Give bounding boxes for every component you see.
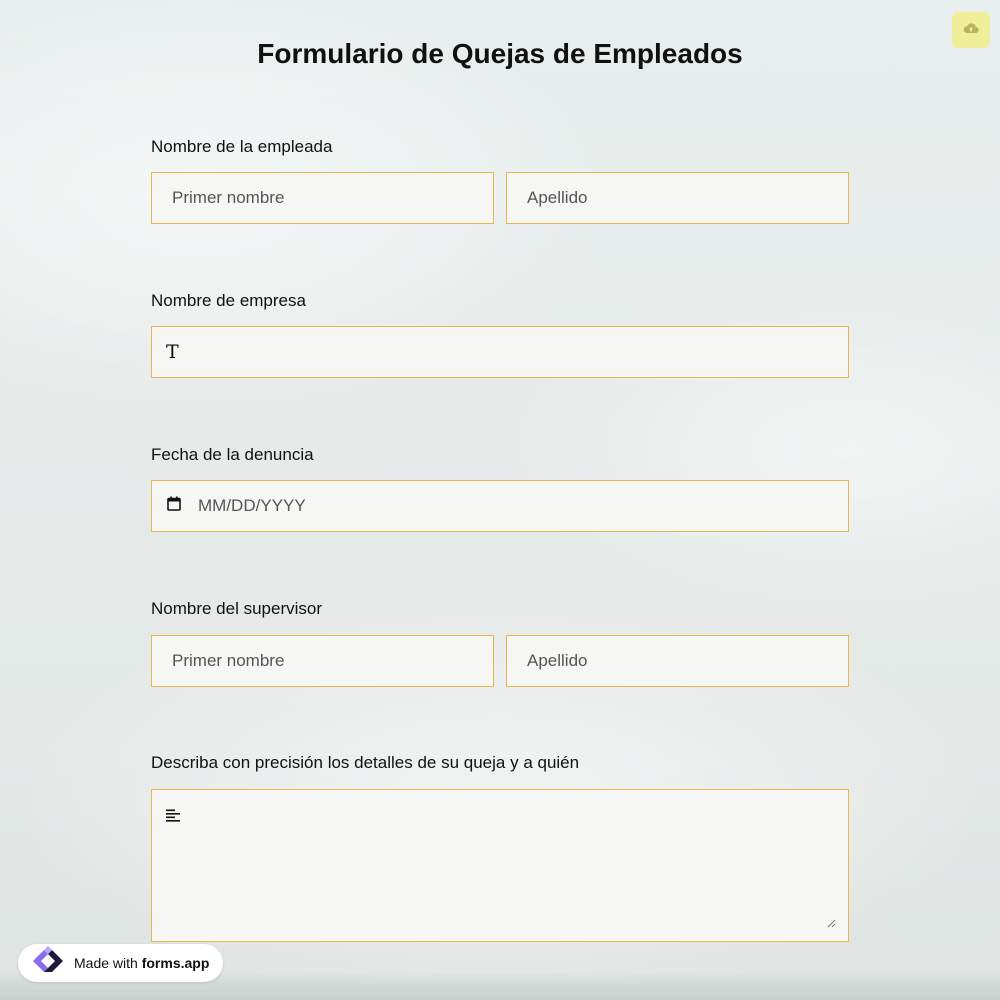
details-textarea[interactable] bbox=[151, 789, 849, 942]
employee-last-name-input[interactable]: Apellido bbox=[506, 172, 849, 224]
supervisor-first-name-placeholder: Primer nombre bbox=[172, 651, 285, 670]
employee-first-name-placeholder: Primer nombre bbox=[172, 188, 285, 207]
company-name-label: Nombre de empresa bbox=[151, 291, 306, 310]
badge-brand: forms.app bbox=[141, 955, 210, 971]
employee-name-label: Nombre de la empleada bbox=[151, 137, 333, 156]
employee-first-name-input[interactable]: Primer nombre bbox=[151, 172, 494, 224]
supervisor-last-name-input[interactable]: Apellido bbox=[506, 635, 849, 687]
supervisor-first-name-input[interactable]: Primer nombre bbox=[151, 635, 494, 687]
forms-app-logo-icon bbox=[26, 944, 66, 983]
form-title: Formulario de Quejas de Empleados bbox=[257, 38, 743, 69]
resize-handle-icon[interactable] bbox=[827, 915, 836, 933]
text-type-icon: T bbox=[166, 341, 179, 363]
badge-prefix: Made with bbox=[74, 955, 138, 971]
supervisor-name-label: Nombre del supervisor bbox=[151, 599, 323, 618]
employee-last-name-placeholder: Apellido bbox=[527, 188, 588, 207]
cloud-upload-icon bbox=[963, 21, 979, 39]
complaint-date-input[interactable]: MM/DD/YYYY bbox=[151, 480, 849, 532]
paragraph-lines-icon bbox=[166, 809, 181, 827]
calendar-icon bbox=[167, 496, 181, 516]
company-name-input[interactable]: T bbox=[151, 326, 849, 378]
badge-text: Made with forms.app bbox=[74, 955, 209, 971]
made-with-forms-app-badge[interactable]: Made with forms.app bbox=[18, 944, 224, 983]
details-label: Describa con precisión los detalles de s… bbox=[151, 753, 580, 772]
complaint-date-label: Fecha de la denuncia bbox=[151, 445, 314, 464]
complaint-date-placeholder: MM/DD/YYYY bbox=[198, 496, 306, 515]
supervisor-last-name-placeholder: Apellido bbox=[527, 651, 588, 670]
